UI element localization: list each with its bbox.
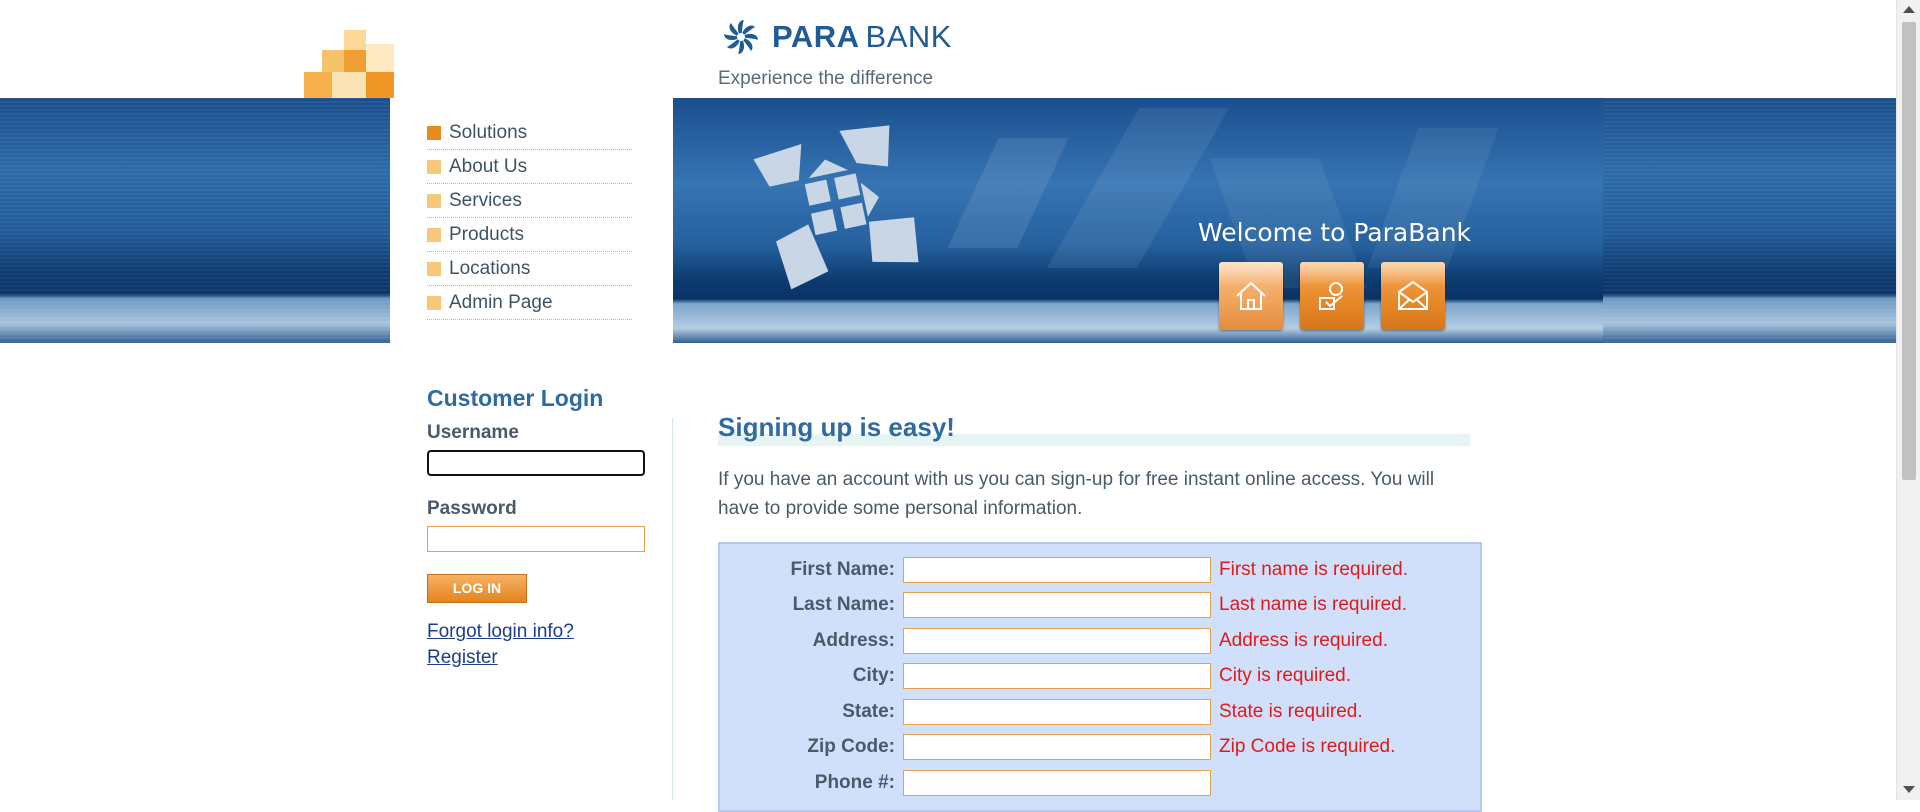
page-title-text: Signing up is easy!: [718, 412, 955, 442]
password-input[interactable]: [427, 526, 645, 552]
left-nav: Solutions About Us Services Products Loc…: [390, 98, 673, 370]
welcome-heading: Welcome to ParaBank: [1198, 218, 1472, 247]
error-message: Zip Code is required.: [1219, 736, 1396, 757]
field-label: City:: [852, 665, 895, 686]
error-message: Last name is required.: [1219, 594, 1407, 615]
first-name-input[interactable]: [903, 557, 1211, 583]
page-title: Signing up is easy!: [718, 412, 1488, 446]
phone-input[interactable]: [903, 770, 1211, 796]
bullet-icon: [427, 125, 441, 140]
nav-item-solutions[interactable]: Solutions: [427, 116, 632, 150]
field-label: Phone #:: [814, 772, 895, 793]
error-message: Address is required.: [1219, 630, 1388, 651]
field-label: Zip Code:: [807, 736, 895, 757]
nav-link[interactable]: Services: [449, 190, 522, 212]
signup-form: First Name: First name is required. Last…: [718, 542, 1482, 812]
nav-item-products[interactable]: Products: [427, 218, 632, 252]
field-label: Last Name:: [792, 594, 895, 615]
login-title: Customer Login: [427, 385, 604, 411]
form-row-state: State: State is required.: [720, 696, 1363, 728]
pinwheel-logo-icon: [724, 20, 758, 54]
about-icon: [1319, 282, 1343, 310]
form-row-zip-code: Zip Code: Zip Code is required.: [720, 731, 1395, 763]
form-row-first-name: First Name: First name is required.: [720, 554, 1408, 586]
nav-item-admin-page[interactable]: Admin Page: [427, 286, 632, 320]
intro-text: If you have an account with us you can s…: [718, 469, 1435, 519]
field-label: Address:: [812, 630, 895, 651]
scroll-thumb[interactable]: [1902, 22, 1916, 480]
tagline: Experience the difference: [718, 68, 934, 89]
field-label: First Name:: [790, 559, 895, 580]
main-content: Signing up is easy! If you have an accou…: [718, 412, 1488, 523]
top-banner: PARA BANK Experience the difference: [0, 0, 1896, 98]
nav-link[interactable]: Locations: [449, 258, 530, 280]
column-divider: [672, 418, 673, 800]
form-row-last-name: Last Name: Last name is required.: [720, 589, 1407, 621]
city-input[interactable]: [903, 663, 1211, 689]
error-message: State is required.: [1219, 701, 1363, 722]
about-button[interactable]: [1300, 262, 1364, 330]
forgot-login-link[interactable]: Forgot login info?: [427, 621, 657, 643]
last-name-input[interactable]: [903, 592, 1211, 618]
customer-login-panel: Customer Login Username Password LOG IN …: [427, 385, 657, 673]
password-label: Password: [427, 498, 517, 519]
nav-item-locations[interactable]: Locations: [427, 252, 632, 286]
home-button[interactable]: [1219, 262, 1283, 330]
parabank-logo[interactable]: PARA BANK: [718, 14, 952, 60]
bullet-icon: [427, 159, 441, 174]
scroll-up-icon[interactable]: [1903, 6, 1915, 13]
home-icon: [1236, 281, 1266, 310]
nav-link[interactable]: Solutions: [449, 122, 527, 144]
nav-link[interactable]: Products: [449, 224, 524, 246]
login-button[interactable]: LOG IN: [427, 574, 527, 603]
error-message: First name is required.: [1219, 559, 1409, 580]
contact-icon: [1398, 280, 1428, 310]
state-input[interactable]: [903, 699, 1211, 725]
nav-link[interactable]: Admin Page: [449, 292, 553, 314]
zip-code-input[interactable]: [903, 734, 1211, 760]
form-row-city: City: City is required.: [720, 660, 1351, 692]
address-input[interactable]: [903, 628, 1211, 654]
username-label: Username: [427, 422, 519, 443]
username-input[interactable]: [427, 450, 645, 476]
puzzle-arrows-graphic: [753, 125, 919, 290]
error-message: City is required.: [1219, 665, 1351, 686]
logo-text-para: PARA: [772, 19, 860, 54]
register-link[interactable]: Register: [427, 647, 657, 669]
scroll-down-icon[interactable]: [1903, 786, 1915, 793]
form-row-address: Address: Address is required.: [720, 625, 1388, 657]
contact-button[interactable]: [1381, 262, 1445, 330]
field-label: State:: [842, 701, 895, 722]
decorative-squares: [304, 30, 394, 98]
form-row-phone: Phone #:: [720, 767, 1219, 799]
nav-item-about-us[interactable]: About Us: [427, 150, 632, 184]
bullet-icon: [427, 227, 441, 242]
bullet-icon: [427, 193, 441, 208]
logo-text-bank: BANK: [865, 19, 952, 54]
nav-item-services[interactable]: Services: [427, 184, 632, 218]
bullet-icon: [427, 261, 441, 276]
vertical-scrollbar[interactable]: [1896, 0, 1920, 800]
nav-link[interactable]: About Us: [449, 156, 527, 178]
bullet-icon: [427, 295, 441, 310]
